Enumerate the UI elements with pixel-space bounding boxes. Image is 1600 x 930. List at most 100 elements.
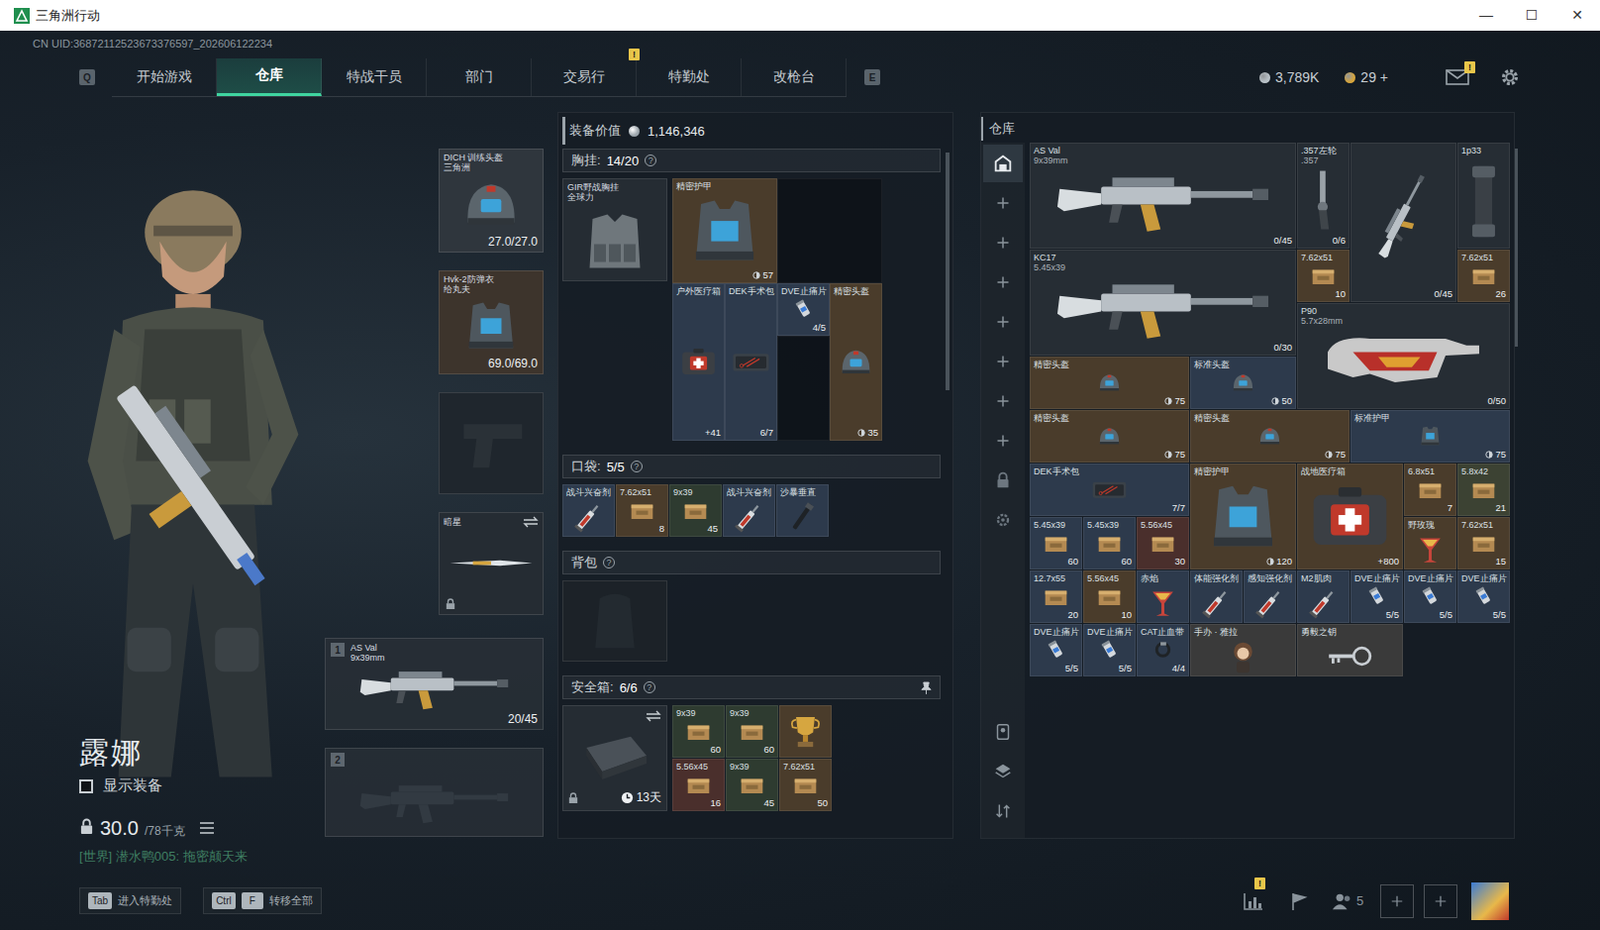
item-tile[interactable]: 战斗兴奋剂 (562, 484, 615, 537)
item-tile[interactable]: 9x3945 (725, 758, 779, 811)
item-tile[interactable]: 户外医疗箱+41 (672, 283, 725, 441)
item-tile[interactable]: 1p33 (1457, 142, 1510, 249)
currency-value[interactable]: 29 + (1360, 69, 1389, 86)
flag-button[interactable] (1279, 883, 1319, 919)
helmet-slot[interactable]: DICH 训练头盔三角洲27.0/27.0 (438, 148, 544, 253)
add-tab[interactable] (983, 263, 1023, 301)
item-tile[interactable]: 沙暴垂直 (776, 484, 829, 537)
item-tile[interactable]: DEK手术包6/7 (724, 283, 778, 441)
item-tile[interactable]: 12.7x5520 (1029, 570, 1083, 623)
item-tile[interactable]: 5.56x4510 (1083, 570, 1136, 623)
help-icon[interactable]: ? (643, 681, 656, 694)
item-tile[interactable]: 勇毅之钥 (1297, 623, 1403, 677)
item-tile[interactable]: P905.7x28mm0/50 (1297, 302, 1510, 409)
checkbox[interactable] (79, 779, 94, 794)
add-tab[interactable] (983, 382, 1023, 420)
weapon-slot[interactable]: 2 (324, 747, 544, 837)
item-tile[interactable]: 7.62x5126 (1457, 249, 1510, 302)
warehouse-tab[interactable] (983, 144, 1023, 183)
item-tile[interactable]: DVE止痛片5/5 (1457, 570, 1510, 623)
item-tile[interactable]: 9x3960 (672, 704, 725, 758)
chest-rig-slot[interactable]: GIR野战胸挂全球力 (562, 178, 668, 282)
shortcut-hint[interactable]: Tab进入特勤处 (79, 887, 182, 914)
mail-button[interactable]: ! (1445, 68, 1470, 87)
item-tile[interactable]: 标准护甲75 (1350, 409, 1510, 463)
item-tile[interactable]: M2肌肉 (1297, 570, 1350, 623)
nav-tab[interactable]: 部门 (426, 58, 532, 97)
item-tile[interactable]: 体能强化剂 (1190, 570, 1243, 623)
nav-tab[interactable]: 交易行 (531, 58, 637, 97)
add-tab[interactable] (983, 342, 1023, 381)
lock-tab[interactable] (983, 461, 1023, 500)
player-avatar[interactable] (1471, 882, 1509, 920)
item-tile[interactable]: 7.62x5115 (1457, 516, 1510, 570)
item-tile[interactable]: 7.62x5150 (779, 758, 832, 811)
item-tile[interactable]: 战斗兴奋剂 (722, 484, 776, 537)
weapon-slot[interactable]: 1AS Val9x39mm20/45 (324, 637, 544, 730)
add-tab[interactable] (983, 302, 1023, 341)
item-tile[interactable]: .357左轮.3570/6 (1297, 142, 1350, 249)
invite-slot[interactable] (1380, 884, 1414, 918)
help-icon[interactable]: ? (630, 460, 643, 473)
item-tile[interactable]: 精密头盔75 (1029, 356, 1190, 409)
item-tile[interactable] (779, 704, 832, 758)
item-tile[interactable]: DVE止痛片5/5 (1029, 623, 1083, 677)
item-tile[interactable]: KC175.45x390/30 (1029, 249, 1297, 356)
item-tile[interactable]: 9x3960 (725, 704, 779, 758)
nav-tab[interactable]: 特勤处! (636, 58, 742, 97)
item-tile[interactable]: 赤焰 (1136, 570, 1190, 623)
item-tile[interactable]: 精密头盔75 (1190, 409, 1350, 463)
minimize-button[interactable]: — (1463, 0, 1509, 31)
person-tab[interactable] (983, 712, 1023, 751)
item-tile[interactable]: 精密护甲120 (1190, 463, 1297, 570)
item-tile[interactable]: 精密头盔75 (1029, 409, 1190, 463)
close-button[interactable]: ✕ (1554, 0, 1600, 31)
item-tile[interactable]: 标准头盔50 (1190, 356, 1297, 409)
item-tile[interactable]: 7.62x5110 (1297, 249, 1350, 302)
item-tile[interactable]: DVE止痛片4/5 (777, 283, 830, 336)
item-tile[interactable]: 5.45x3960 (1029, 516, 1083, 570)
layers-tab[interactable] (983, 752, 1023, 791)
shortcut-hint[interactable]: CtrlF转移全部 (202, 887, 322, 914)
melee-slot[interactable]: 暗星 (438, 511, 544, 615)
maximize-button[interactable]: ☐ (1508, 0, 1555, 31)
item-tile[interactable]: 精密护甲57 (672, 178, 778, 284)
item-tile[interactable]: 9x3945 (669, 484, 722, 537)
item-tile[interactable]: DEK手术包7/7 (1029, 463, 1190, 516)
item-tile[interactable]: CAT止血带4/4 (1136, 623, 1190, 677)
add-tab[interactable] (983, 223, 1023, 262)
armor-slot[interactable]: Hvk-2防弹衣给丸夫69.0/69.0 (438, 270, 544, 375)
nav-tab[interactable]: 开始游戏 (111, 58, 217, 97)
item-tile[interactable]: 7.62x518 (615, 484, 669, 537)
item-tile[interactable]: 0/45 (1350, 142, 1457, 302)
item-tile[interactable]: 战地医疗箱+800 (1297, 463, 1403, 570)
backpack-slot[interactable] (562, 580, 668, 662)
item-tile[interactable]: DVE止痛片5/5 (1083, 623, 1136, 677)
sort-tab[interactable] (983, 792, 1023, 830)
item-tile[interactable]: 感知强化剂 (1243, 570, 1297, 623)
add-tab[interactable] (983, 184, 1023, 222)
help-icon[interactable]: ? (644, 154, 657, 167)
item-tile[interactable]: 5.45x3960 (1083, 516, 1136, 570)
item-tile[interactable]: 5.8x4221 (1457, 463, 1510, 516)
invite-slot[interactable] (1423, 884, 1458, 918)
item-tile[interactable]: DVE止痛片5/5 (1403, 570, 1457, 623)
nav-tab[interactable]: 特战干员 (321, 58, 427, 97)
safe-case-slot[interactable]: 13天 (562, 704, 668, 811)
item-tile[interactable]: 5.56x4516 (672, 758, 725, 811)
item-tile[interactable]: 手办 · 雅拉 (1190, 623, 1297, 677)
item-tile[interactable]: 6.8x517 (1403, 463, 1457, 516)
item-tile[interactable]: 精密头盔35 (829, 283, 883, 441)
item-tile[interactable]: 5.56x4530 (1136, 516, 1190, 570)
settings-tab[interactable] (983, 500, 1023, 539)
nav-tab[interactable]: 仓库 (216, 58, 322, 97)
team-button[interactable]: 5 (1324, 883, 1371, 919)
settings-button[interactable] (1499, 66, 1521, 89)
stats-button[interactable]: ! (1233, 883, 1274, 919)
item-tile[interactable]: AS Val9x39mm0/45 (1029, 142, 1297, 249)
item-tile[interactable]: 野玫瑰 (1403, 516, 1457, 570)
nav-tab[interactable]: 改枪台 (741, 58, 847, 97)
show-equipment-toggle[interactable]: 显示装备 (79, 776, 325, 796)
help-icon[interactable]: ? (602, 556, 615, 569)
add-tab[interactable] (983, 421, 1023, 460)
